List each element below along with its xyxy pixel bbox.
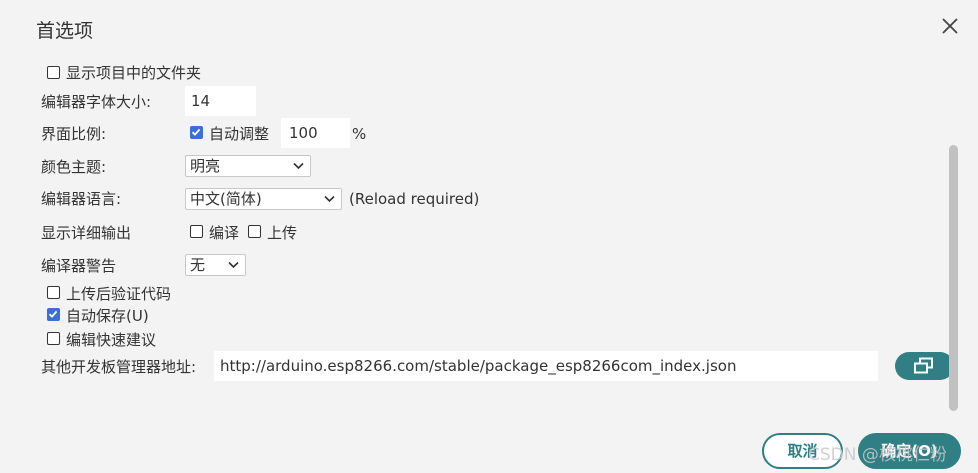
theme-selected-value: 明亮 [190,157,221,175]
auto-save-label: 自动保存(U) [66,307,149,325]
dialog-title: 首选项 [36,20,94,42]
quick-suggestions-checkbox[interactable] [47,332,60,345]
compiler-warnings-select[interactable]: 无 [185,254,246,276]
open-window-icon [914,357,933,374]
show-sketch-folder-label: 显示项目中的文件夹 [66,64,202,82]
reload-required-note: (Reload required) [349,190,480,208]
auto-save-checkbox[interactable] [47,308,60,321]
interface-scale-input[interactable]: 100 [281,118,350,148]
close-icon[interactable] [938,14,962,38]
verbose-upload-checkbox[interactable] [248,225,261,238]
auto-scale-checkbox[interactable] [190,126,203,139]
theme-select[interactable]: 明亮 [185,155,311,177]
edit-board-urls-button[interactable] [895,352,954,380]
checkmark-icon [191,128,201,136]
percent-unit: % [352,125,367,143]
verbose-upload-label: 上传 [267,224,298,242]
theme-label: 颜色主题: [41,158,107,176]
board-manager-urls-label: 其他开发板管理器地址: [41,358,197,376]
compiler-warnings-selected-value: 无 [190,256,206,274]
chevron-down-icon [293,162,304,170]
verbose-compile-label: 编译 [209,224,240,242]
chevron-down-icon [324,195,335,203]
chevron-down-icon [228,261,239,269]
verbose-output-label: 显示详细输出 [41,224,132,242]
interface-scale-label: 界面比例: [41,125,107,143]
quick-suggestions-label: 编辑快速建议 [66,331,157,349]
language-select[interactable]: 中文(简体) [185,188,342,210]
compiler-warnings-label: 编译器警告 [41,257,117,275]
scrollbar-thumb[interactable] [949,145,958,411]
verbose-compile-checkbox[interactable] [190,225,203,238]
show-sketch-folder-checkbox[interactable] [47,66,60,79]
auto-scale-label: 自动调整 [209,125,270,143]
checkmark-icon [48,310,58,318]
verify-after-upload-checkbox[interactable] [47,286,60,299]
cancel-button[interactable]: 取消 [762,433,843,469]
editor-font-size-input[interactable]: 14 [185,86,256,116]
verify-after-upload-label: 上传后验证代码 [66,285,172,303]
language-selected-value: 中文(简体) [190,190,262,208]
ok-button[interactable]: 确定(O) [858,433,961,469]
board-manager-urls-input[interactable]: http://arduino.esp8266.com/stable/packag… [214,351,878,381]
language-label: 编辑器语言: [41,190,122,208]
editor-font-size-label: 编辑器字体大小: [41,93,152,111]
